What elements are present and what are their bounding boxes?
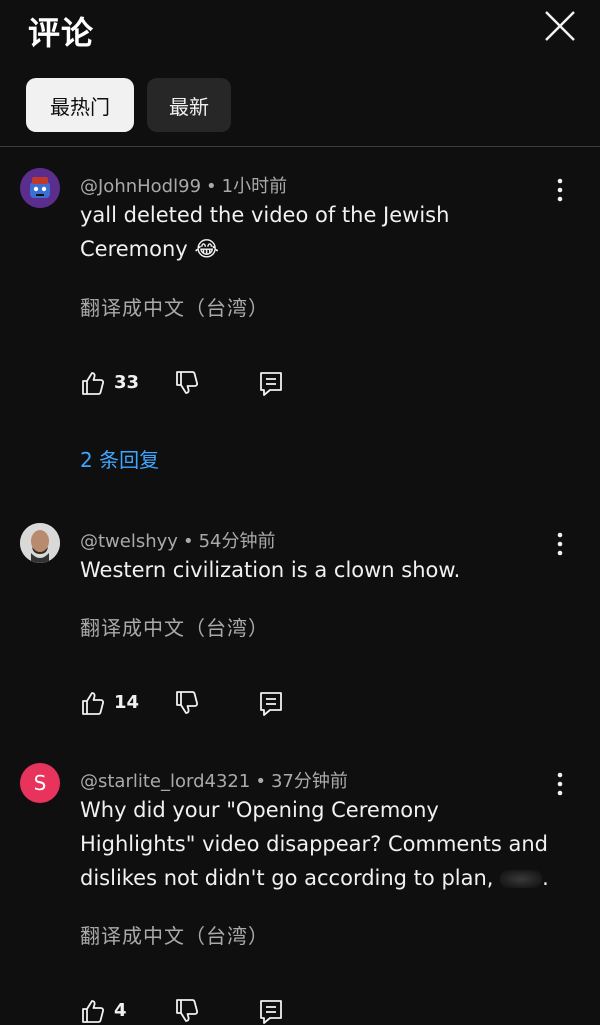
comment-actions: 33 — [80, 370, 300, 400]
comment-text-main: Why did your "Opening Ceremony Highlight… — [80, 798, 549, 890]
thumbs-up-icon[interactable] — [80, 690, 106, 716]
comment-text: yall deleted the video of the Jewish Cer… — [80, 203, 450, 261]
thumbs-up-icon[interactable] — [80, 370, 106, 396]
thumbs-down-icon[interactable] — [174, 690, 200, 716]
comment-author[interactable]: @twelshyy — [80, 531, 178, 552]
comment-meta: @JohnHodl99 • 1小时前 — [80, 176, 288, 197]
header: 评论 — [0, 0, 600, 60]
comment-text: Why did your "Opening Ceremony Highlight… — [80, 793, 560, 895]
like-count: 33 — [114, 372, 140, 393]
comment-time: 1小时前 — [221, 176, 288, 197]
comment-meta: @starlite_lord4321 • 37分钟前 — [80, 771, 348, 792]
like-count: 4 — [114, 1000, 127, 1021]
avatar-letter: S — [33, 771, 47, 795]
translate-link[interactable]: 翻译成中文（台湾） — [80, 292, 269, 321]
replies-link[interactable]: 2 条回复 — [80, 444, 159, 473]
comment-time: 54分钟前 — [198, 531, 276, 552]
avatar[interactable] — [20, 168, 60, 208]
thumbs-down-icon[interactable] — [174, 370, 200, 396]
thumbs-down-icon[interactable] — [174, 998, 200, 1024]
more-options-icon[interactable] — [548, 176, 572, 204]
comment-actions: 4 — [80, 998, 300, 1025]
comment-author[interactable]: @JohnHodl99 — [80, 176, 201, 197]
comment-actions: 14 — [80, 690, 300, 720]
translate-link[interactable]: 翻译成中文（台湾） — [80, 612, 269, 641]
comment-author[interactable]: @starlite_lord4321 — [80, 771, 250, 792]
translate-link[interactable]: 翻译成中文（台湾） — [80, 920, 269, 949]
thumbs-up-icon[interactable] — [80, 998, 106, 1024]
reply-icon[interactable] — [258, 998, 284, 1025]
reply-icon[interactable] — [258, 370, 284, 398]
comment-time: 37分钟前 — [270, 771, 348, 792]
avatar[interactable]: S — [20, 763, 60, 803]
comment-text: Western civilization is a clown show. — [80, 558, 461, 582]
comment-meta: @twelshyy • 54分钟前 — [80, 531, 276, 552]
blurred-emoji — [500, 870, 543, 888]
sort-chip-top[interactable]: 最热门 — [26, 78, 134, 132]
close-icon[interactable] — [540, 6, 580, 46]
cartoon-avatar-icon — [20, 168, 60, 208]
reply-icon[interactable] — [258, 690, 284, 718]
sort-chip-newest[interactable]: 最新 — [147, 78, 231, 132]
avatar[interactable] — [20, 523, 60, 563]
divider — [0, 146, 600, 147]
page-title: 评论 — [28, 14, 95, 52]
comment-text-end: . — [542, 866, 549, 890]
like-count: 14 — [114, 692, 140, 713]
photo-avatar-icon — [20, 523, 60, 563]
